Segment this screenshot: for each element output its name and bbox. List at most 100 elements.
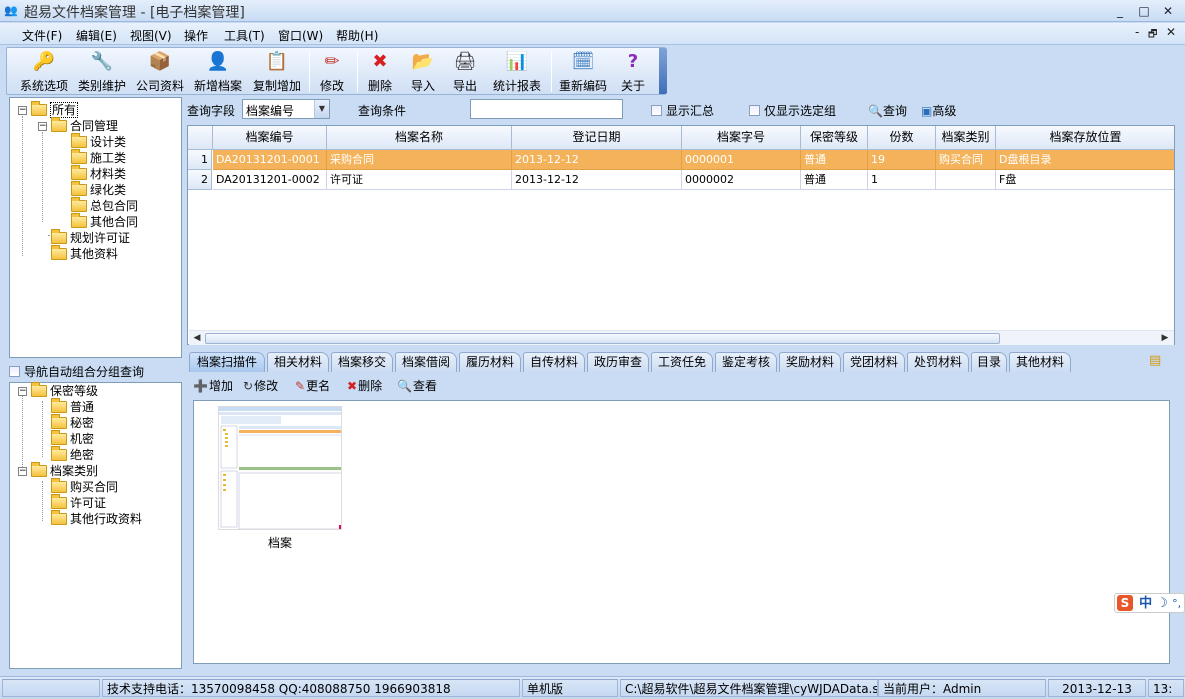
delete-scan-button[interactable]: ✖删除 bbox=[347, 377, 382, 394]
column-header[interactable]: 档案字号 bbox=[682, 126, 801, 150]
horizontal-scrollbar[interactable]: ◀ ▶ bbox=[189, 330, 1174, 345]
add-scan-button[interactable]: ➕增加 bbox=[193, 377, 233, 394]
toolbar-overflow-button[interactable] bbox=[659, 48, 667, 94]
column-header[interactable]: 档案存放位置 bbox=[996, 126, 1174, 150]
export-button[interactable]: 🖨 导出 bbox=[447, 50, 483, 94]
tab-transfer[interactable]: 档案移交 bbox=[331, 352, 393, 372]
thumbnail-caption: 档案 bbox=[267, 536, 292, 550]
column-header[interactable]: 档案名称 bbox=[327, 126, 512, 150]
tab-borrow[interactable]: 档案借阅 bbox=[395, 352, 457, 372]
menu-window[interactable]: 窗口(W) bbox=[278, 27, 323, 44]
column-header[interactable]: 档案类别 bbox=[936, 126, 996, 150]
tree-node-category[interactable]: 档案类别 bbox=[31, 462, 98, 479]
tree-node-material[interactable]: 材料类 bbox=[71, 165, 126, 182]
tree-node-secret[interactable]: 秘密 bbox=[51, 414, 94, 431]
menu-file[interactable]: 文件(F) bbox=[22, 27, 62, 44]
mdi-minimize-button[interactable]: - bbox=[1135, 25, 1139, 39]
tree-node-design[interactable]: 设计类 bbox=[71, 133, 126, 150]
mdi-restore-button[interactable]: 🗗 bbox=[1148, 27, 1157, 44]
mdi-close-button[interactable]: ✕ bbox=[1166, 25, 1176, 39]
tree-node-general-contract[interactable]: 总包合同 bbox=[71, 197, 138, 214]
scan-thumbnail[interactable] bbox=[218, 406, 342, 530]
copy-add-button[interactable]: 📋 复制增加 bbox=[249, 50, 305, 94]
column-header[interactable]: 份数 bbox=[868, 126, 936, 150]
folder-icon bbox=[31, 101, 47, 116]
menu-view[interactable]: 视图(V) bbox=[130, 27, 172, 44]
tab-party[interactable]: 党团材料 bbox=[843, 352, 905, 372]
tree-node-contract[interactable]: 合同管理 bbox=[51, 117, 118, 134]
folder-icon bbox=[71, 133, 87, 148]
edit-scan-button[interactable]: ↻修改 bbox=[243, 377, 278, 394]
statistics-report-button[interactable]: 📊 统计报表 bbox=[489, 50, 545, 94]
tab-reward[interactable]: 奖励材料 bbox=[779, 352, 841, 372]
system-options-button[interactable]: 🔑 系统选项 bbox=[17, 50, 71, 94]
tree-node-security[interactable]: 保密等级 bbox=[31, 382, 98, 399]
scroll-left-icon[interactable]: ◀ bbox=[191, 332, 203, 345]
tree-node-greening[interactable]: 绿化类 bbox=[71, 181, 126, 198]
column-header[interactable]: 登记日期 bbox=[512, 126, 682, 150]
menu-operate[interactable]: 操作 bbox=[184, 27, 208, 44]
tab-catalog[interactable]: 目录 bbox=[971, 352, 1007, 372]
company-info-button[interactable]: 📦 公司资料 bbox=[133, 50, 187, 94]
scrollbar-thumb[interactable] bbox=[205, 333, 1000, 344]
tree-node-all[interactable]: 所有 bbox=[31, 101, 79, 118]
only-selected-checkbox[interactable]: 仅显示选定组 bbox=[749, 102, 836, 119]
tab-resume[interactable]: 履历材料 bbox=[459, 352, 521, 372]
tab-autobiography[interactable]: 自传材料 bbox=[523, 352, 585, 372]
nav-auto-group-checkbox[interactable]: 导航自动组合分组查询 bbox=[9, 363, 182, 379]
tree-node-construction[interactable]: 施工类 bbox=[71, 149, 126, 166]
tab-scans[interactable]: 档案扫描件 bbox=[189, 352, 265, 372]
tab-penalty[interactable]: 处罚材料 bbox=[907, 352, 969, 372]
tree-node-other-admin[interactable]: 其他行政资料 bbox=[51, 510, 142, 527]
query-condition-input[interactable] bbox=[470, 99, 623, 119]
import-button[interactable]: 📂 导入 bbox=[405, 50, 441, 94]
tree-node-normal[interactable]: 普通 bbox=[51, 398, 94, 415]
tree-node-top-secret[interactable]: 绝密 bbox=[51, 446, 94, 463]
status-support: 技术支持电话：13570098458 QQ:408088750 19669038… bbox=[102, 679, 520, 697]
collapse-icon[interactable]: − bbox=[38, 122, 47, 131]
tree-node-other-contract[interactable]: 其他合同 bbox=[71, 213, 138, 230]
tree-node-permit[interactable]: 许可证 bbox=[51, 494, 106, 511]
tab-related[interactable]: 相关材料 bbox=[267, 352, 329, 372]
tree-node-confidential[interactable]: 机密 bbox=[51, 430, 94, 447]
collapse-icon[interactable]: − bbox=[18, 467, 27, 476]
column-header[interactable]: 档案编号 bbox=[213, 126, 327, 150]
advanced-button[interactable]: ▣高级 bbox=[921, 102, 956, 119]
scroll-right-icon[interactable]: ▶ bbox=[1159, 332, 1171, 345]
menu-tools[interactable]: 工具(T) bbox=[224, 27, 265, 44]
pencil-icon: ✏ bbox=[324, 51, 340, 72]
recode-button[interactable]: 🗓 重新编码 bbox=[555, 50, 611, 94]
folder-icon bbox=[51, 245, 67, 260]
minimize-button[interactable]: _ bbox=[1110, 2, 1130, 20]
category-tree: − 所有 − 合同管理 设计类 施工类 材料类 绿化类 总包合同 其他合同 规划… bbox=[9, 97, 182, 358]
ime-status-widget[interactable]: S 中 ☽ °, bbox=[1114, 593, 1185, 613]
query-condition-label: 查询条件 bbox=[358, 104, 407, 118]
tab-menu-icon[interactable]: ▤ bbox=[1149, 353, 1167, 369]
close-button[interactable]: ✕ bbox=[1158, 2, 1178, 20]
tab-other[interactable]: 其他材料 bbox=[1009, 352, 1071, 372]
category-maintain-button[interactable]: 🔧 类别维护 bbox=[74, 50, 130, 94]
app-icon: 👥 bbox=[4, 4, 18, 17]
about-button[interactable]: ? 关于 bbox=[615, 50, 651, 94]
menu-help[interactable]: 帮助(H) bbox=[336, 27, 378, 44]
rename-scan-button[interactable]: ✎更名 bbox=[295, 377, 330, 394]
show-summary-checkbox[interactable]: 显示汇总 bbox=[651, 102, 714, 119]
view-scan-button[interactable]: 🔍查看 bbox=[397, 377, 437, 394]
tree-node-planning-permit[interactable]: 规划许可证 bbox=[51, 229, 130, 246]
detail-tabs: 档案扫描件 相关材料 档案移交 档案借阅 履历材料 自传材料 政历审查 工资任免… bbox=[187, 352, 1175, 372]
collapse-icon[interactable]: − bbox=[18, 387, 27, 396]
tab-political-review[interactable]: 政历审查 bbox=[587, 352, 649, 372]
tab-appraisal[interactable]: 鉴定考核 bbox=[715, 352, 777, 372]
edit-button[interactable]: ✏ 修改 bbox=[313, 50, 351, 94]
maximize-button[interactable]: □ bbox=[1134, 2, 1154, 20]
collapse-icon[interactable]: − bbox=[18, 106, 27, 115]
menu-edit[interactable]: 编辑(E) bbox=[76, 27, 117, 44]
query-field-select[interactable]: 档案编号 ▼ bbox=[242, 99, 330, 119]
search-button[interactable]: 🔍查询 bbox=[868, 102, 907, 119]
delete-button[interactable]: ✖ 删除 bbox=[361, 50, 399, 94]
column-header[interactable]: 保密等级 bbox=[801, 126, 868, 150]
new-archive-button[interactable]: 👤 新增档案 bbox=[190, 50, 246, 94]
tree-node-other-data[interactable]: 其他资料 bbox=[51, 245, 118, 262]
tree-node-purchase-contract[interactable]: 购买合同 bbox=[51, 478, 118, 495]
tab-salary[interactable]: 工资任免 bbox=[651, 352, 713, 372]
